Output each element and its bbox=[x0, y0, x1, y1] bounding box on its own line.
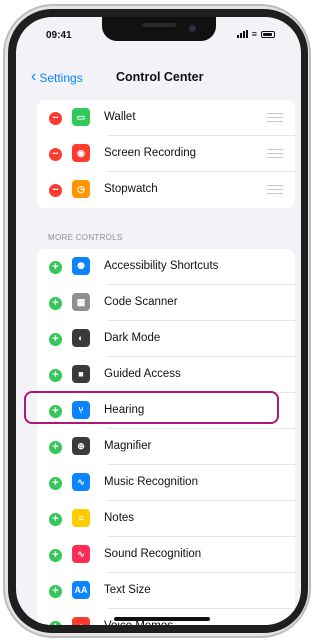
lock-icon: ■ bbox=[72, 365, 90, 383]
hearing-highlight-outline bbox=[24, 391, 279, 424]
notch bbox=[102, 17, 216, 41]
remove-circle-icon[interactable]: − bbox=[49, 184, 62, 197]
remove-circle-icon[interactable]: − bbox=[49, 112, 62, 125]
add-circle-icon[interactable]: + bbox=[49, 297, 62, 310]
control-label: Magnifier bbox=[104, 440, 152, 452]
control-label: Code Scanner bbox=[104, 296, 178, 308]
camera-icon bbox=[189, 25, 196, 32]
wifi-icon: ≡ bbox=[251, 29, 257, 39]
control-label: Wallet bbox=[104, 111, 136, 123]
signal-icon bbox=[236, 30, 248, 38]
add-circle-icon[interactable]: + bbox=[49, 549, 62, 562]
screen: 09:41 ≡ ‹ Settings Control Center − ▭ Wall… bbox=[16, 17, 301, 625]
add-circle-icon[interactable]: + bbox=[49, 513, 62, 526]
control-row-code-scanner[interactable]: + ▦ Code Scanner bbox=[37, 285, 295, 321]
back-button[interactable]: ‹ Settings bbox=[31, 68, 83, 86]
wallet-icon: ▭ bbox=[72, 108, 90, 126]
more-controls-group: + ⚉ Accessibility Shortcuts + ▦ Code Scanner +… bbox=[37, 249, 295, 625]
control-row-sound-recognition[interactable]: + ∿ Sound Recognition bbox=[37, 537, 295, 573]
add-circle-icon[interactable]: + bbox=[49, 369, 62, 382]
add-circle-icon[interactable]: + bbox=[49, 261, 62, 274]
navigation-bar: ‹ Settings Control Center bbox=[16, 67, 301, 91]
home-indicator bbox=[114, 617, 210, 621]
more-controls-header: MORE CONTROLS bbox=[48, 233, 123, 242]
stopwatch-icon: ◷ bbox=[72, 180, 90, 198]
magnifier-icon: ⊕ bbox=[72, 437, 90, 455]
dark-mode-icon: ◐ bbox=[72, 329, 90, 347]
control-row-text-size[interactable]: + AA Text Size bbox=[37, 573, 295, 609]
remove-circle-icon[interactable]: − bbox=[49, 148, 62, 161]
control-row-magnifier[interactable]: + ⊕ Magnifier bbox=[37, 429, 295, 465]
control-row-dark-mode[interactable]: + ◐ Dark Mode bbox=[37, 321, 295, 357]
reorder-handle-icon[interactable] bbox=[267, 149, 283, 161]
text-size-icon: AA bbox=[72, 581, 90, 599]
add-circle-icon[interactable]: + bbox=[49, 477, 62, 490]
control-label: Stopwatch bbox=[104, 183, 158, 195]
control-label: Sound Recognition bbox=[104, 548, 202, 560]
control-row-stopwatch[interactable]: − ◷ Stopwatch bbox=[37, 172, 295, 208]
control-label: Accessibility Shortcuts bbox=[104, 260, 219, 272]
control-label: Music Recognition bbox=[104, 476, 198, 488]
reorder-handle-icon[interactable] bbox=[267, 185, 283, 197]
chevron-left-icon: ‹ bbox=[31, 68, 37, 85]
shazam-icon: ∿ bbox=[72, 473, 90, 491]
control-row-wallet[interactable]: − ▭ Wallet bbox=[37, 100, 295, 136]
control-row-guided-access[interactable]: + ■ Guided Access bbox=[37, 357, 295, 393]
control-label: Notes bbox=[104, 512, 135, 524]
status-time: 09:41 bbox=[46, 30, 72, 41]
add-circle-icon[interactable]: + bbox=[49, 333, 62, 346]
control-label: Text Size bbox=[104, 584, 151, 596]
control-row-screen-recording[interactable]: − ◉ Screen Recording bbox=[37, 136, 295, 172]
record-icon: ◉ bbox=[72, 144, 90, 162]
add-circle-icon[interactable]: + bbox=[49, 585, 62, 598]
back-label: Settings bbox=[39, 71, 83, 85]
reorder-handle-icon[interactable] bbox=[267, 113, 283, 125]
sound-wave-icon: ∿ bbox=[72, 545, 90, 563]
control-row-accessibility-shortcuts[interactable]: + ⚉ Accessibility Shortcuts bbox=[37, 249, 295, 285]
control-label: Guided Access bbox=[104, 368, 181, 380]
battery-icon bbox=[261, 30, 275, 38]
control-row-music-recognition[interactable]: + ∿ Music Recognition bbox=[37, 465, 295, 501]
included-controls-group: − ▭ Wallet − ◉ Screen Recording − ◷ Stopwatch bbox=[37, 100, 295, 208]
add-circle-icon[interactable]: + bbox=[49, 441, 62, 454]
speaker-grille bbox=[142, 23, 176, 27]
voice-memo-icon: ● bbox=[72, 617, 90, 625]
add-circle-icon[interactable]: + bbox=[49, 621, 62, 625]
status-icons: ≡ bbox=[236, 29, 275, 39]
control-label: Dark Mode bbox=[104, 332, 161, 344]
control-label: Screen Recording bbox=[104, 147, 197, 159]
qr-scanner-icon: ▦ bbox=[72, 293, 90, 311]
page-title: Control Center bbox=[116, 70, 204, 84]
accessibility-icon: ⚉ bbox=[72, 257, 90, 275]
notes-icon: ≡ bbox=[72, 509, 90, 527]
control-row-notes[interactable]: + ≡ Notes bbox=[37, 501, 295, 537]
